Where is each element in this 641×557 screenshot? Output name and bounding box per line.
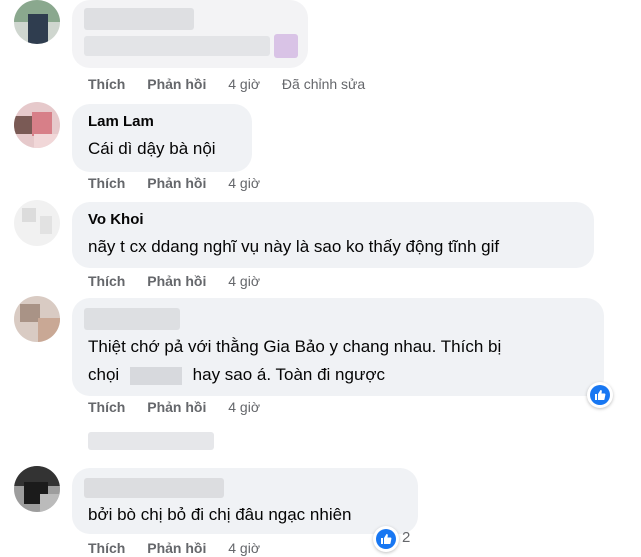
comment-text: bởi bò chị bỏ đi chị đâu ngạc nhiên [88, 500, 352, 530]
comment-text-line-1: Thiệt chớ pả với thằng Gia Bảo y chang n… [88, 332, 501, 362]
timestamp[interactable]: 4 giờ [228, 399, 260, 415]
reply-link[interactable]: Phản hồi [147, 76, 206, 92]
timestamp[interactable]: 4 giờ [228, 175, 260, 191]
reaction-badge[interactable] [373, 526, 399, 552]
avatar[interactable] [14, 102, 60, 148]
like-link[interactable]: Thích [88, 399, 125, 415]
comment-bubble: bởi bò chị bỏ đi chị đâu ngạc nhiên [72, 468, 418, 534]
commenter-name[interactable]: Lam Lam [88, 113, 154, 130]
avatar[interactable] [14, 0, 60, 44]
timestamp[interactable]: 4 giờ [228, 273, 260, 289]
comment-actions: Thích Phản hồi 4 giờ [88, 399, 278, 419]
blurred-name [84, 8, 194, 30]
comment-text-part-b: hay sao á. Toàn đi ngược [193, 365, 385, 384]
comment-bubble: Thiệt chớ pả với thằng Gia Bảo y chang n… [72, 298, 604, 396]
avatar[interactable] [14, 200, 60, 246]
edited-label: Đã chỉnh sửa [282, 76, 365, 92]
comment-bubble: Vo Khoi nãy t cx ddang nghĩ vụ này là sa… [72, 202, 594, 268]
like-link[interactable]: Thích [88, 175, 125, 191]
blurred-emoji [274, 34, 298, 58]
comment-actions: Thích Phản hồi 4 giờ [88, 273, 278, 293]
reply-link[interactable]: Phản hồi [147, 399, 206, 415]
comment-text-part-a: chọi [88, 365, 119, 384]
reaction-badge[interactable] [587, 382, 613, 408]
like-link[interactable]: Thích [88, 76, 125, 92]
like-icon [590, 385, 610, 405]
avatar[interactable] [14, 466, 60, 512]
comment-text: nãy t cx ddang nghĩ vụ này là sao ko thấ… [88, 232, 499, 262]
blurred-text [84, 36, 270, 56]
timestamp[interactable]: 4 giờ [228, 76, 260, 92]
blurred-name [84, 308, 180, 330]
avatar[interactable] [14, 296, 60, 342]
comment-bubble: Lam Lam Cái dì dậy bà nội [72, 104, 252, 172]
like-link[interactable]: Thích [88, 273, 125, 289]
blurred-name [84, 478, 224, 498]
comment-actions: Thích Phản hồi 4 giờ Đã chỉnh sửa [88, 76, 383, 96]
like-icon [376, 529, 396, 549]
like-link[interactable]: Thích [88, 540, 125, 556]
comment-text-line-2: chọi hay sao á. Toàn đi ngược [88, 360, 385, 390]
timestamp[interactable]: 4 giờ [228, 540, 260, 556]
reply-link[interactable]: Phản hồi [147, 273, 206, 289]
comment-actions: Thích Phản hồi 4 giờ [88, 175, 278, 195]
comment-actions: Thích Phản hồi 4 giờ [88, 540, 278, 557]
blurred-word [130, 367, 182, 385]
commenter-name[interactable]: Vo Khoi [88, 211, 144, 228]
blurred-replies-link[interactable] [88, 432, 214, 450]
reply-link[interactable]: Phản hồi [147, 540, 206, 556]
reaction-count[interactable]: 2 [402, 529, 410, 546]
comment-text: Cái dì dậy bà nội [88, 134, 216, 164]
comment-bubble [72, 0, 308, 68]
reply-link[interactable]: Phản hồi [147, 175, 206, 191]
